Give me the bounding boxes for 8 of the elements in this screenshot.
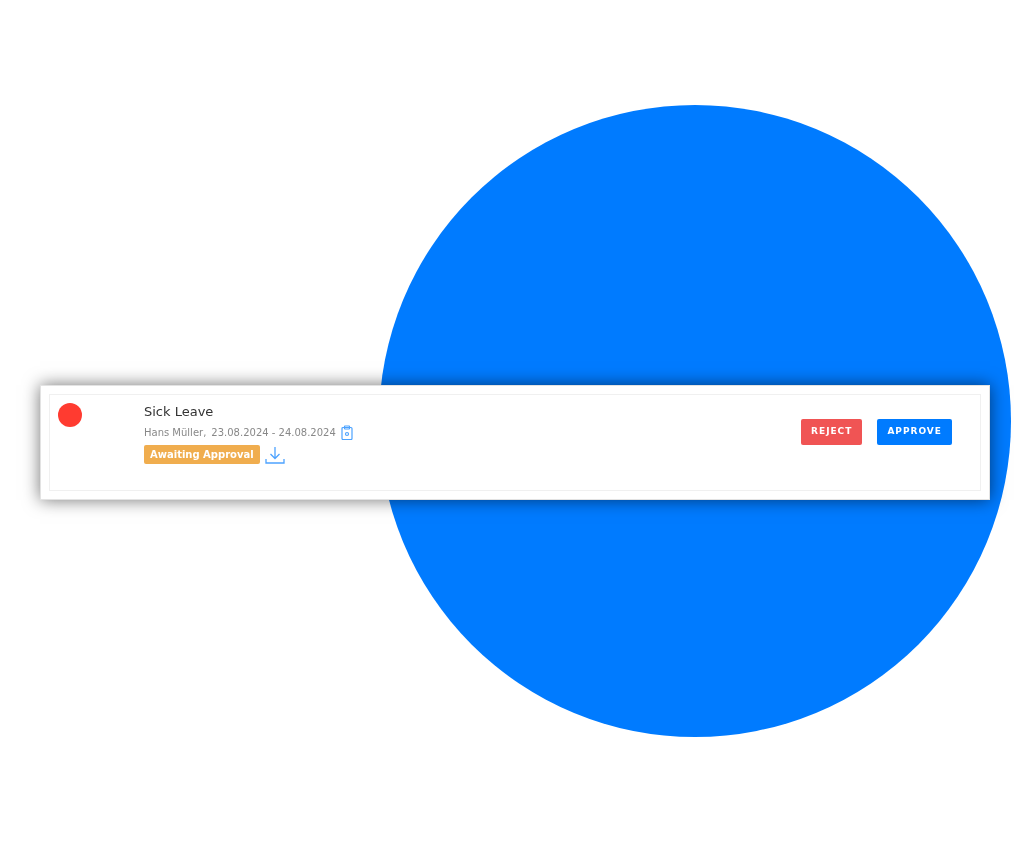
employee-name: Hans Müller, bbox=[144, 426, 207, 440]
clipboard-icon[interactable] bbox=[340, 425, 353, 440]
status-badge: Awaiting Approval bbox=[144, 445, 260, 464]
approve-button[interactable]: APPROVE bbox=[877, 419, 952, 445]
reject-button[interactable]: REJECT bbox=[801, 419, 863, 445]
date-range: 23.08.2024 - 24.08.2024 bbox=[211, 426, 336, 440]
download-icon[interactable] bbox=[264, 445, 285, 464]
request-title: Sick Leave bbox=[144, 403, 215, 421]
